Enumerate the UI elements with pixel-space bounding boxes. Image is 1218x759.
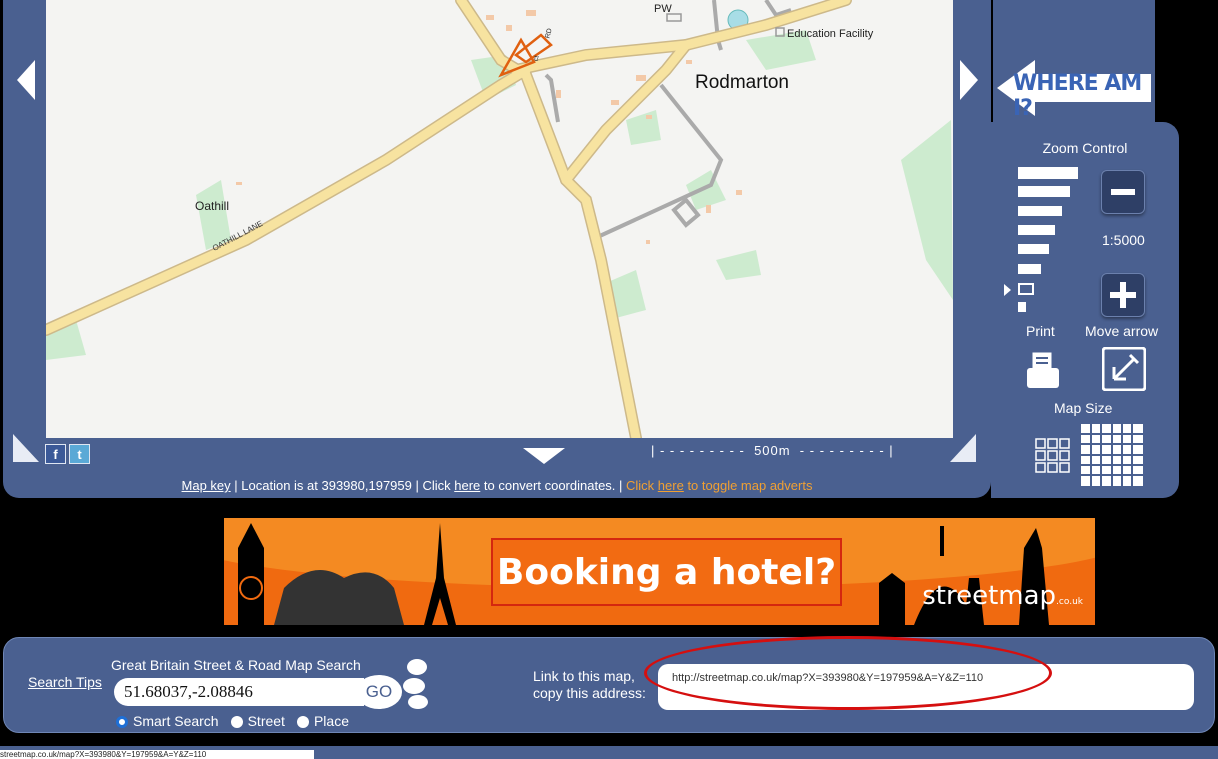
map-scale-bar: | - - - - - - - - - 500m - - - - - - - -… <box>651 443 894 458</box>
map-size-large-icon[interactable] <box>1081 424 1143 491</box>
where-am-i-button[interactable]: WHERE AM I? <box>997 58 1153 121</box>
go-button[interactable]: GO <box>356 675 402 709</box>
link-label-line-2: copy this address: <box>533 685 646 701</box>
pawprint-icon <box>402 652 432 717</box>
pan-left-button[interactable] <box>15 58 37 109</box>
search-type-options: Smart Search Street Place <box>116 713 349 729</box>
search-title: Great Britain Street & Road Map Search <box>111 657 361 673</box>
pan-down-button[interactable] <box>523 448 565 464</box>
map-canvas[interactable]: PW Education Facility Rodmarton Oathill … <box>46 0 953 438</box>
zoom-level-8[interactable] <box>1018 302 1026 312</box>
minus-icon <box>1111 189 1135 195</box>
move-arrow-icon[interactable] <box>1101 346 1147 396</box>
zoom-scale-label: 1:5000 <box>1102 232 1145 248</box>
map-link-field[interactable]: http://streetmap.co.uk/map?X=393980&Y=19… <box>658 664 1194 710</box>
map-graphics <box>46 0 953 438</box>
zoom-level-6[interactable] <box>1018 264 1041 274</box>
radio-place[interactable] <box>296 716 309 729</box>
zoom-level-1[interactable] <box>1018 167 1078 179</box>
map-key-link[interactable]: Map key <box>182 478 231 493</box>
convert-coordinates-link[interactable]: here <box>454 478 480 493</box>
radio-smart-search[interactable] <box>116 716 128 729</box>
browser-status-text: streetmap.co.uk/map?X=393980&Y=197959&A=… <box>0 750 314 759</box>
ad-brand-name: streetmap <box>922 581 1057 611</box>
map-size-small-icon[interactable] <box>1035 438 1071 479</box>
print-label: Print <box>1026 323 1055 339</box>
map-label-education: Education Facility <box>787 28 874 40</box>
map-status-line: Map key | Location is at 393980,197959 |… <box>3 478 991 493</box>
map-size-label: Map Size <box>1054 400 1113 416</box>
search-input[interactable] <box>114 678 364 706</box>
map-label-pw: PW <box>654 3 672 15</box>
zoom-pointer-icon <box>1004 283 1012 301</box>
link-label: Link to this map, copy this address: <box>533 668 646 702</box>
option-place[interactable]: Place <box>296 713 349 729</box>
zoom-out-button[interactable] <box>1101 170 1145 214</box>
ad-brand-suffix: .co.uk <box>1056 597 1083 607</box>
facebook-icon[interactable]: f <box>45 444 66 464</box>
map-label-village: Rodmarton <box>695 72 789 93</box>
ad-headline: Booking a hotel? <box>491 538 842 606</box>
twitter-icon[interactable]: t <box>69 444 90 464</box>
zoom-level-current[interactable] <box>1018 283 1034 295</box>
convert-text: to convert coordinates. | <box>480 478 627 493</box>
map-panel: PW Education Facility Rodmarton Oathill … <box>3 0 991 498</box>
where-am-i-label: WHERE AM I? <box>1013 71 1142 121</box>
search-tips-link[interactable]: Search Tips <box>28 674 102 690</box>
pan-down-right-button[interactable] <box>948 432 978 469</box>
move-arrow-label: Move arrow <box>1085 323 1159 339</box>
zoom-level-2[interactable] <box>1018 186 1070 197</box>
link-label-line-1: Link to this map, <box>533 668 635 684</box>
option-street[interactable]: Street <box>230 713 285 729</box>
zoom-in-button[interactable] <box>1101 273 1145 317</box>
plus-icon <box>1110 282 1136 308</box>
zoom-control-title: Zoom Control <box>1042 140 1128 156</box>
zoom-level-4[interactable] <box>1018 225 1055 235</box>
zoom-level-3[interactable] <box>1018 206 1062 216</box>
pan-down-left-button[interactable] <box>11 432 41 469</box>
radio-street[interactable] <box>230 716 243 729</box>
print-icon[interactable] <box>1026 350 1060 395</box>
hotel-ad-banner[interactable]: Booking a hotel? streetmap.co.uk <box>224 518 1095 625</box>
zoom-panel: Zoom Control 1:5000 Print Move arrow Map… <box>991 122 1179 498</box>
ad-brand: streetmap.co.uk <box>922 581 1083 611</box>
option-smart-search[interactable]: Smart Search <box>116 713 219 729</box>
toggle-adverts-link[interactable]: here <box>658 478 684 493</box>
search-panel: Search Tips Great Britain Street & Road … <box>3 636 1215 733</box>
zoom-level-5[interactable] <box>1018 244 1049 254</box>
toggle-adverts-text: to toggle map adverts <box>683 478 813 493</box>
click-text: Click <box>626 478 658 493</box>
map-label-oathill: Oathill <box>195 199 230 213</box>
location-text: | Location is at 393980,197959 | Click <box>230 478 455 493</box>
pan-right-button[interactable] <box>958 58 980 109</box>
